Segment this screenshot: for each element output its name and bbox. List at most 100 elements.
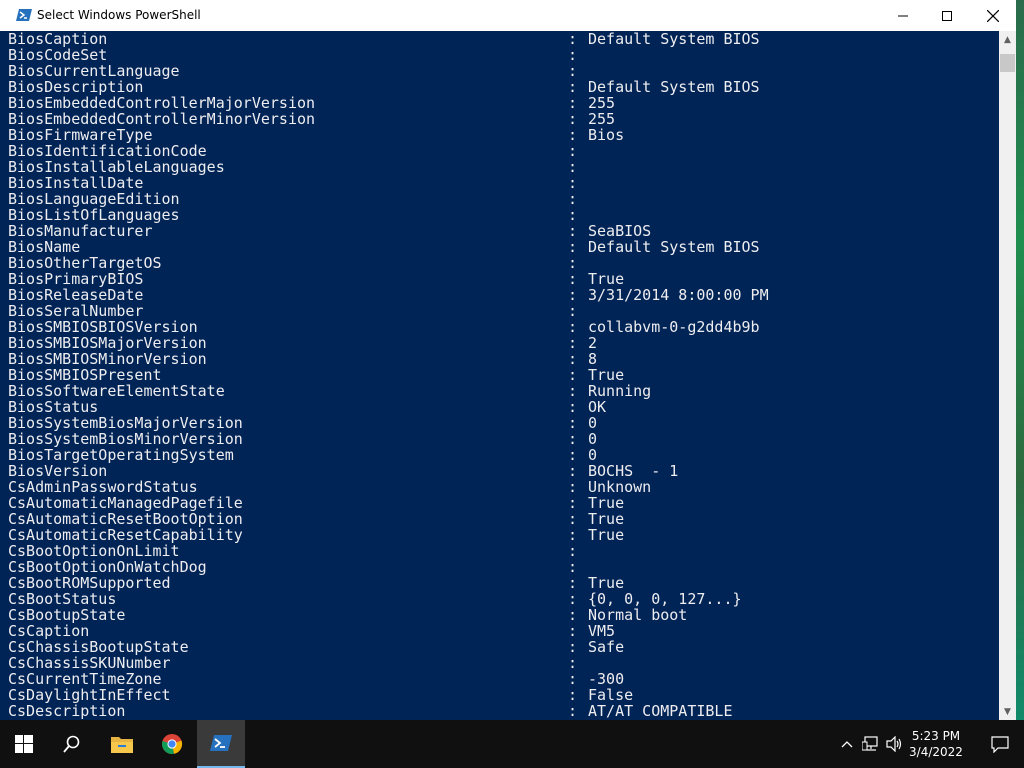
property-name: BiosInstallDate: [8, 174, 144, 192]
property-value: SeaBIOS: [588, 222, 652, 240]
property-name: BiosSMBIOSMinorVersion: [8, 350, 207, 368]
property-name: BiosPrimaryBIOS: [8, 270, 144, 288]
property-value: True: [588, 270, 625, 288]
property-separator: :: [568, 494, 578, 512]
property-separator: :: [568, 46, 578, 64]
close-button[interactable]: [970, 0, 1016, 31]
property-value: Default System BIOS: [588, 78, 760, 96]
window-title: Select Windows PowerShell: [37, 8, 201, 22]
property-name: BiosSMBIOSBIOSVersion: [8, 318, 198, 336]
property-value: 3/31/2014 8:00:00 PM: [588, 286, 769, 304]
property-value: True: [588, 494, 625, 512]
property-separator: :: [568, 78, 578, 96]
property-name: BiosManufacturer: [8, 222, 153, 240]
network-button[interactable]: [860, 720, 882, 768]
property-value: VM5: [588, 622, 616, 640]
property-separator: :: [568, 174, 578, 192]
property-value: 0: [588, 446, 598, 464]
property-name: CsAutomaticResetBootOption: [8, 510, 243, 528]
property-name: BiosStatus: [8, 398, 99, 416]
property-name: CsAutomaticResetCapability: [8, 526, 243, 544]
property-name: CsChassisBootupState: [8, 638, 189, 656]
property-separator: :: [568, 574, 578, 592]
property-value: Unknown: [588, 478, 652, 496]
property-name: CsDescription: [8, 702, 126, 720]
action-center-button[interactable]: [976, 720, 1024, 768]
property-name: BiosEmbeddedControllerMajorVersion: [8, 94, 316, 112]
chrome-icon: [162, 734, 183, 754]
search-icon: [63, 735, 80, 753]
maximize-button[interactable]: [924, 0, 970, 31]
property-name: BiosSystemBiosMinorVersion: [8, 430, 243, 448]
maximize-icon: [942, 10, 952, 21]
property-name: BiosSystemBiosMajorVersion: [8, 414, 243, 432]
property-value: 8: [588, 350, 598, 368]
property-separator: :: [568, 558, 578, 576]
start-button[interactable]: [0, 720, 48, 768]
chevron-up-icon: [841, 741, 853, 748]
property-separator: :: [568, 462, 578, 480]
powershell-icon: [16, 9, 32, 21]
property-separator: :: [568, 398, 578, 416]
property-value: Running: [588, 382, 652, 400]
file-explorer-button[interactable]: [98, 720, 146, 768]
property-separator: :: [568, 590, 578, 608]
property-separator: :: [568, 702, 578, 720]
property-name: CsBootOptionOnLimit: [8, 542, 180, 560]
property-separator: :: [568, 670, 578, 688]
property-separator: :: [568, 270, 578, 288]
title-bar[interactable]: Select Windows PowerShell: [0, 0, 1016, 31]
desktop-background: [1016, 0, 1024, 720]
property-separator: :: [568, 526, 578, 544]
property-name: BiosCodeSet: [8, 46, 108, 64]
property-value: BOCHS - 1: [588, 462, 679, 480]
property-name: BiosIdentificationCode: [8, 142, 207, 160]
property-separator: :: [568, 158, 578, 176]
vertical-scrollbar[interactable]: ▲ ▼: [999, 31, 1016, 720]
property-separator: :: [568, 286, 578, 304]
property-value: collabvm-0-g2dd4b9b: [588, 318, 760, 336]
chevron-up-icon: ▲: [1004, 34, 1011, 45]
property-value: Default System BIOS: [588, 31, 760, 48]
property-value: {0, 0, 0, 127...}: [588, 590, 742, 608]
scroll-down-button[interactable]: ▼: [999, 703, 1016, 720]
property-separator: :: [568, 382, 578, 400]
property-value: AT/AT COMPATIBLE: [588, 702, 733, 720]
property-name: BiosSMBIOSPresent: [8, 366, 162, 384]
minimize-button[interactable]: [880, 0, 926, 31]
property-value: Bios: [588, 126, 625, 144]
property-value: 255: [588, 110, 616, 128]
property-separator: :: [568, 638, 578, 656]
search-button[interactable]: [48, 720, 96, 768]
powershell-icon: [210, 735, 232, 751]
property-value: -300: [588, 670, 625, 688]
property-name: CsAutomaticManagedPagefile: [8, 494, 243, 512]
chrome-button[interactable]: [148, 720, 196, 768]
property-name: BiosReleaseDate: [8, 286, 144, 304]
taskbar-clock[interactable]: 5:23 PM 3/4/2022: [896, 728, 976, 760]
property-name: BiosCurrentLanguage: [8, 62, 180, 80]
powershell-taskbar-button[interactable]: [197, 720, 245, 768]
property-separator: :: [568, 94, 578, 112]
property-name: BiosCaption: [8, 31, 108, 48]
property-name: CsCurrentTimeZone: [8, 670, 162, 688]
property-name: CsChassisSKUNumber: [8, 654, 171, 672]
property-separator: :: [568, 302, 578, 320]
property-name: BiosSeralNumber: [8, 302, 144, 320]
property-value: 2: [588, 334, 598, 352]
property-value: Normal boot: [588, 606, 688, 624]
scrollbar-thumb[interactable]: [1000, 54, 1015, 72]
console-output[interactable]: BiosCaption: Default System BIOS BiosCodeS…: [0, 31, 999, 720]
clock-time: 5:23 PM: [911, 729, 961, 743]
scroll-up-button[interactable]: ▲: [999, 31, 1016, 48]
property-value: 0: [588, 414, 598, 432]
file-explorer-icon: [111, 737, 133, 753]
show-hidden-icons-button[interactable]: [838, 720, 856, 768]
property-name: CsAdminPasswordStatus: [8, 478, 198, 496]
property-separator: :: [568, 542, 578, 560]
property-separator: :: [568, 206, 578, 224]
close-icon: [987, 9, 999, 22]
property-separator: :: [568, 478, 578, 496]
property-name: BiosSoftwareElementState: [8, 382, 225, 400]
property-name: BiosFirmwareType: [8, 126, 153, 144]
